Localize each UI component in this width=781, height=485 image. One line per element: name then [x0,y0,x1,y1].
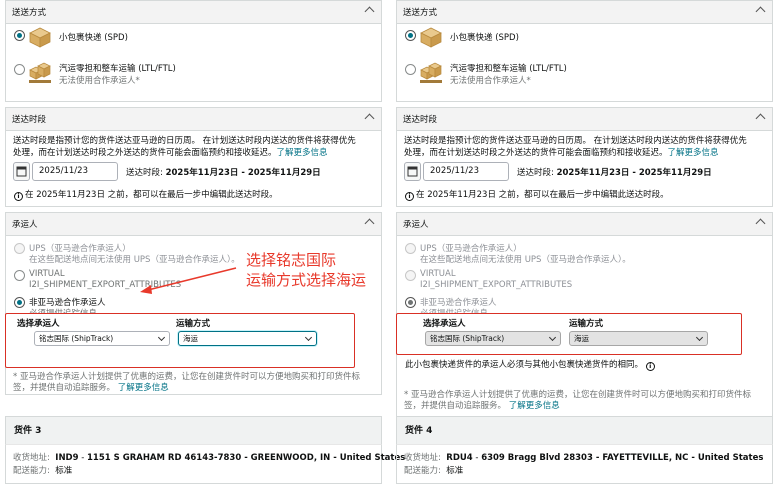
annotation-arrow-icon [140,267,237,294]
